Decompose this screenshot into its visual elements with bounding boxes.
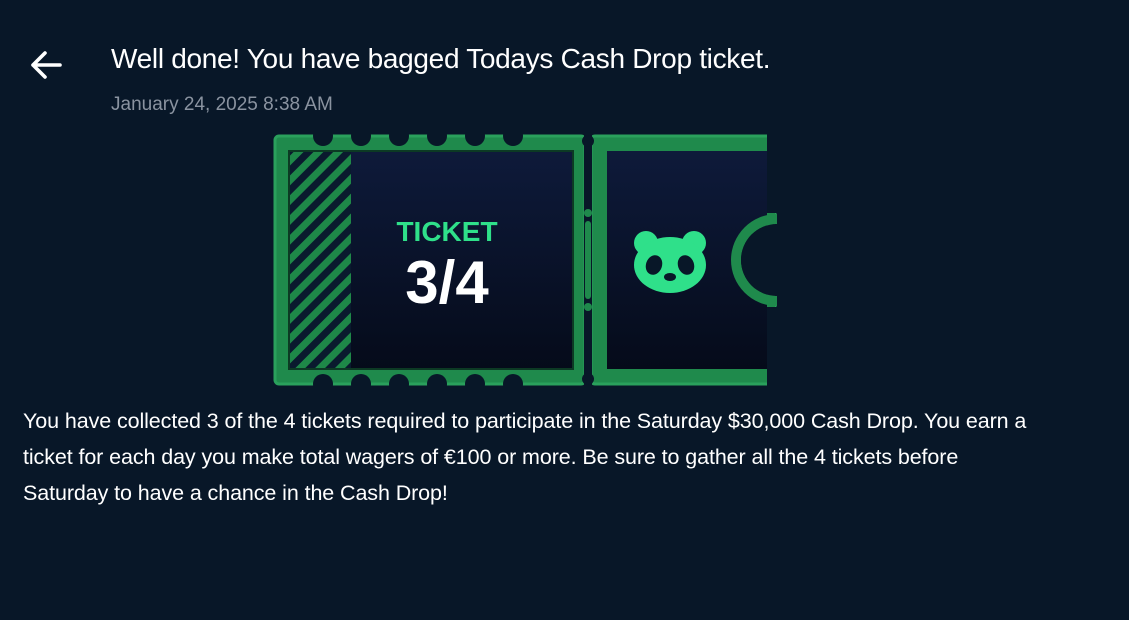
timestamp: January 24, 2025 8:38 AM: [111, 94, 333, 115]
notification-detail-page: Well done! You have bagged Todays Cash D…: [0, 0, 1129, 620]
page-title: Well done! You have bagged Todays Cash D…: [111, 43, 771, 74]
panda-icon: [634, 231, 706, 293]
cash-drop-ticket: TICKET 3/4: [273, 133, 777, 387]
message-body: You have collected 3 of the 4 tickets re…: [23, 409, 1027, 505]
back-button[interactable]: [26, 45, 66, 85]
ticket-label: TICKET: [396, 216, 497, 247]
ticket-progress: 3/4: [405, 249, 489, 316]
arrow-left-icon: [31, 51, 62, 79]
